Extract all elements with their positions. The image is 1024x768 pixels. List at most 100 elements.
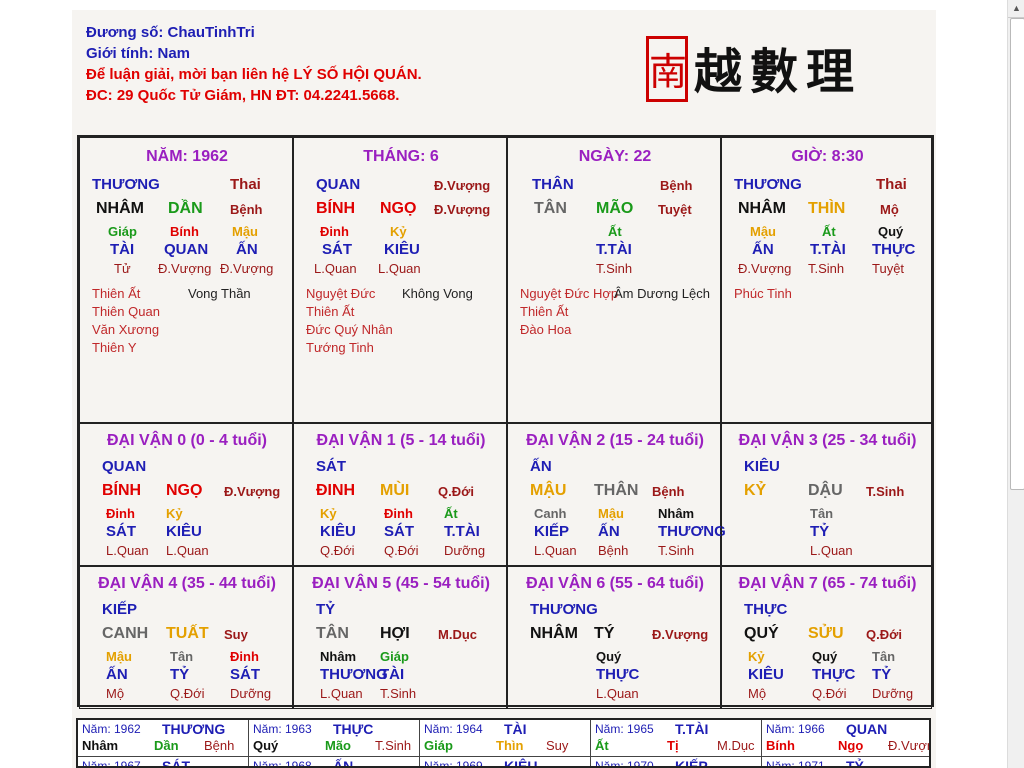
star: Nguyệt Đức — [306, 286, 376, 301]
hidden-god: KIÊU — [320, 523, 356, 540]
annual-table: Năm: 1962 THƯƠNG Nhâm Dần Bệnh Năm: 1963… — [76, 718, 931, 768]
dai-van-phase: M.Dục — [438, 627, 477, 642]
annual-year: Năm: 1963 — [253, 722, 312, 736]
dai-van-title: ĐẠI VẬN 3 (25 - 34 tuổi) — [738, 432, 917, 449]
contact-line-1: Để luận giải, mời bạn liên hệ LÝ SỐ HỘI … — [86, 66, 422, 83]
annual-year: Năm: 1971 — [766, 759, 825, 768]
pillar-phase: Đ.Vượng — [434, 178, 491, 193]
dai-van-cell: ĐẠI VẬN 6 (55 - 64 tuổi) THƯƠNG NHÂM TÝ Đ.Vư… — [507, 566, 721, 709]
hidden-stem: Tân — [810, 506, 834, 521]
hidden-phase: L.Quan — [596, 686, 639, 701]
dai-van-god: KIẾP — [102, 601, 138, 618]
hidden-god: SÁT — [384, 523, 414, 540]
pillar-branch: NGỌ — [380, 200, 417, 217]
hidden-god: TỶ — [872, 666, 892, 683]
annual-year: Năm: 1966 — [766, 722, 825, 736]
hidden-phase: T.Sinh — [658, 543, 695, 558]
annual-god: THƯƠNG — [162, 721, 226, 737]
hidden-phase: L.Quan — [534, 543, 577, 558]
annual-branch: Tị — [667, 738, 679, 753]
hidden-god: ẤN — [106, 666, 128, 683]
dai-van-stem: TÂN — [316, 625, 349, 642]
hidden-god: TÀI — [380, 666, 405, 683]
star: Thiên Y — [92, 340, 137, 355]
hidden-stem: Kỷ — [390, 224, 407, 239]
hidden-phase: Đ.Vượng — [158, 261, 212, 276]
hidden-god: T.TÀI — [596, 241, 632, 258]
hidden-god: SÁT — [230, 666, 260, 683]
annual-god: KIẾP — [675, 758, 708, 768]
annual-cell: Năm: 1966 QUAN Bính Ngọ Đ.Vượng — [762, 720, 929, 756]
annual-cell-next: Năm: 1969 KIÊU — [420, 756, 591, 768]
dai-van-god: TỶ — [316, 601, 336, 618]
dai-van-branch: TUẤT — [166, 625, 209, 642]
pillar-branch-phase: Mộ — [880, 202, 899, 217]
dai-van-cell: ĐẠI VẬN 3 (25 - 34 tuổi) KIÊU KỶ DẬU T.Sinh T… — [721, 423, 932, 566]
dai-van-branch: NGỌ — [166, 482, 203, 499]
dai-van-cell: ĐẠI VẬN 0 (0 - 4 tuổi) QUAN BÍNH NGỌ Đ.Vượng… — [79, 423, 293, 566]
pillar-branch-phase: Tuyệt — [658, 202, 692, 217]
chart-grid: NĂM: 1962 THƯƠNG Thai NHÂM DẦN Bệnh Giáp… — [77, 135, 934, 709]
star: Không Vong — [402, 286, 473, 301]
contact-line-2: ĐC: 29 Quốc Tử Giám, HN ĐT: 04.2241.5668… — [86, 87, 400, 104]
dai-van-god: ẤN — [530, 458, 552, 475]
dai-van-branch: TÝ — [594, 625, 615, 642]
hidden-god: TỶ — [170, 666, 190, 683]
gioi-tinh-label: Giới tính: Nam — [86, 45, 190, 62]
dai-van-stem: QUÝ — [744, 625, 779, 642]
pillar-stem: TÂN — [534, 200, 567, 217]
pillar-branch: THÌN — [808, 200, 846, 217]
annual-god: ẤN — [333, 758, 354, 768]
pillar-title: NĂM: 1962 — [146, 148, 228, 165]
hidden-stem: Kỷ — [166, 506, 183, 521]
annual-phase: Bệnh — [204, 738, 235, 753]
hidden-phase: Mộ — [106, 686, 125, 701]
pillar-branch-phase: Bệnh — [230, 202, 263, 217]
annual-stem: Ất — [595, 738, 609, 753]
pillar-title: NGÀY: 22 — [578, 148, 652, 165]
hidden-phase: Dưỡng — [872, 686, 914, 701]
dai-van-branch: HỢI — [380, 625, 410, 642]
hidden-phase: L.Quan — [378, 261, 421, 276]
annual-phase: M.Dục — [717, 738, 755, 753]
hidden-god: TỶ — [810, 523, 830, 540]
annual-god: THỰC — [333, 721, 374, 737]
scrollbar-thumb[interactable] — [1010, 18, 1024, 490]
star: Thiên Ất — [520, 304, 569, 319]
hidden-god: T.TÀI — [444, 523, 480, 540]
hidden-stem: Đinh — [106, 506, 135, 521]
hidden-stem: Quý — [878, 224, 904, 239]
annual-phase: Suy — [546, 738, 569, 753]
annual-branch: Thìn — [496, 738, 524, 753]
hidden-phase: T.Sinh — [596, 261, 633, 276]
pillar-stem: NHÂM — [96, 200, 144, 217]
dai-van-title: ĐẠI VẬN 0 (0 - 4 tuổi) — [106, 432, 267, 449]
dai-van-god: QUAN — [102, 458, 147, 475]
hidden-god: SÁT — [322, 241, 352, 258]
hidden-stem: Kỷ — [748, 649, 765, 664]
dai-van-cell: ĐẠI VẬN 2 (15 - 24 tuổi) ẤN MẬU THÂN Bệnh Can… — [507, 423, 726, 566]
hidden-god: THỰC — [872, 241, 916, 258]
dai-van-title: ĐẠI VẬN 6 (55 - 64 tuổi) — [526, 575, 704, 592]
hidden-stem: Ất — [444, 506, 458, 521]
star: Nguyệt Đức Hợp — [520, 286, 619, 301]
pillar-stem: NHÂM — [738, 200, 786, 217]
scroll-up-arrow-icon[interactable]: ▲ — [1008, 0, 1024, 18]
annual-god: KIÊU — [504, 758, 538, 768]
star: Thiên Ất — [92, 286, 141, 301]
hidden-phase: L.Quan — [320, 686, 363, 701]
annual-cell-next: Năm: 1971 TỶ — [762, 756, 929, 768]
vertical-scrollbar[interactable]: ▲ — [1007, 0, 1024, 768]
annual-cell-next: Năm: 1967 SÁT — [78, 756, 249, 766]
hidden-phase: L.Quan — [166, 543, 209, 558]
pillar-gio: GIỜ: 8:30 THƯƠNG Thai NHÂM THÌN Mộ Mậu Ấ… — [721, 137, 932, 423]
hidden-stem: Mậu — [106, 649, 132, 664]
pillar-branch-phase: Đ.Vượng — [434, 202, 491, 217]
annual-god: T.TÀI — [675, 721, 709, 737]
hidden-phase: Mộ — [748, 686, 767, 701]
hidden-stem: Ất — [822, 224, 836, 239]
hidden-god: QUAN — [164, 241, 209, 258]
hidden-stem: Nhâm — [320, 649, 357, 664]
dai-van-cell: ĐẠI VẬN 1 (5 - 14 tuổi) SÁT ĐINH MÙI Q.Đới Kỷ… — [293, 423, 507, 566]
pillar-god: THƯƠNG — [92, 176, 160, 193]
